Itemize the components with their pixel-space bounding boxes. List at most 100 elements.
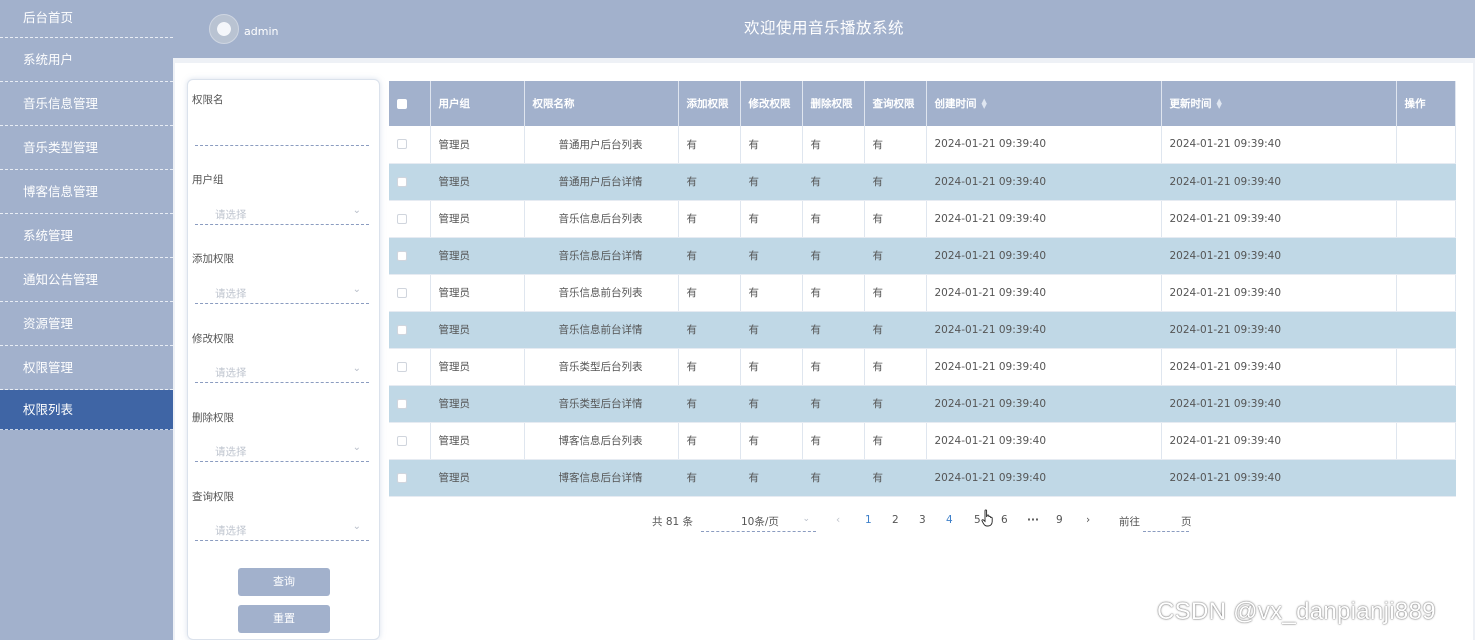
cell-updated-time: 2024-01-21 09:39:40 (1161, 237, 1397, 275)
row-checkbox[interactable] (389, 126, 431, 164)
col-created-time[interactable]: 创建时间 ▲ ▼ (926, 81, 1162, 126)
cell-actions (1396, 200, 1456, 238)
delete-perm-select[interactable]: 请选择 ⌄ (195, 442, 369, 462)
cell-user-group: 管理员 (430, 163, 525, 201)
row-checkbox[interactable] (389, 200, 431, 238)
sidebar-item-home[interactable]: 后台首页 (0, 0, 173, 38)
perm-name-input[interactable] (195, 126, 369, 146)
cell-edit-perm: 有 (740, 348, 803, 386)
chevron-down-icon: ⌄ (352, 284, 361, 295)
select-all-checkbox[interactable] (389, 81, 431, 126)
cell-perm-name: 普通用户后台详情 (524, 163, 679, 201)
cell-updated-time: 2024-01-21 09:39:40 (1161, 422, 1397, 460)
row-checkbox[interactable] (389, 385, 431, 423)
page-4[interactable]: 4 (946, 514, 953, 526)
prev-page-icon[interactable]: ‹ (836, 514, 840, 526)
table-row[interactable]: 管理员 音乐信息后台列表有有有有 2024-01-21 09:39:40 2024-0… (389, 200, 1456, 238)
page-1[interactable]: 1 (865, 514, 872, 526)
cell-user-group: 管理员 (430, 459, 525, 497)
cell-updated-time: 2024-01-21 09:39:40 (1161, 311, 1397, 349)
cell-created-time: 2024-01-21 09:39:40 (926, 163, 1162, 201)
table-row[interactable]: 管理员 音乐信息后台详情有有有有 2024-01-21 09:39:40 2024-0… (389, 237, 1456, 275)
row-checkbox[interactable] (389, 348, 431, 386)
cell-perm-name: 博客信息后台列表 (524, 422, 679, 460)
page-2[interactable]: 2 (892, 514, 899, 526)
sidebar-item-resource[interactable]: 资源管理 (0, 302, 173, 346)
cell-edit-perm: 有 (740, 200, 803, 238)
table-row[interactable]: 管理员 音乐信息前台列表有有有有 2024-01-21 09:39:40 2024-0… (389, 274, 1456, 312)
sidebar: 后台首页 系统用户 音乐信息管理 音乐类型管理 博客信息管理 系统管理 通知公告… (0, 0, 173, 640)
cell-edit-perm: 有 (740, 311, 803, 349)
table-row[interactable]: 管理员 音乐类型后台详情有有有有 2024-01-21 09:39:40 2024-0… (389, 385, 1456, 423)
user-group-select[interactable]: 请选择 ⌄ (195, 205, 369, 225)
table-row[interactable]: 管理员 普通用户后台详情有有有有 2024-01-21 09:39:40 2024-0… (389, 163, 1456, 201)
row-checkbox[interactable] (389, 237, 431, 275)
cell-delete-perm: 有 (802, 274, 865, 312)
sort-icon[interactable]: ▲ ▼ (982, 98, 987, 110)
cell-add-perm: 有 (678, 274, 741, 312)
cell-query-perm: 有 (864, 200, 927, 238)
delete-perm-label: 删除权限 (192, 412, 234, 424)
page-3[interactable]: 3 (919, 514, 926, 526)
row-checkbox[interactable] (389, 422, 431, 460)
sidebar-item-music-type[interactable]: 音乐类型管理 (0, 126, 173, 170)
next-page-icon[interactable]: › (1086, 514, 1090, 526)
sidebar-item-permission-manage[interactable]: 权限管理 (0, 346, 173, 390)
cell-actions (1396, 311, 1456, 349)
cell-add-perm: 有 (678, 459, 741, 497)
page-6[interactable]: 6 (1001, 514, 1008, 526)
user-group-label: 用户组 (192, 174, 224, 186)
cell-query-perm: 有 (864, 348, 927, 386)
reset-button[interactable]: 重置 (238, 605, 330, 633)
sidebar-item-system-manage[interactable]: 系统管理 (0, 214, 173, 258)
col-updated-time[interactable]: 更新时间 ▲ ▼ (1161, 81, 1397, 126)
page-size-select[interactable]: 10条/页 ⌄ (701, 512, 816, 532)
cell-actions (1396, 459, 1456, 497)
cell-created-time: 2024-01-21 09:39:40 (926, 126, 1162, 164)
cell-edit-perm: 有 (740, 163, 803, 201)
sidebar-item-permission-list[interactable]: 权限列表 (0, 390, 173, 430)
page-5[interactable]: 5 (974, 514, 981, 526)
table-row[interactable]: 管理员 普通用户后台列表有有有有 2024-01-21 09:39:40 2024-0… (389, 126, 1456, 164)
table-row[interactable]: 管理员 博客信息后台列表有有有有 2024-01-21 09:39:40 2024-0… (389, 422, 1456, 460)
cell-perm-name: 音乐类型后台列表 (524, 348, 679, 386)
col-add-perm: 添加权限 (678, 81, 741, 126)
table-row[interactable]: 管理员 音乐信息前台详情有有有有 2024-01-21 09:39:40 2024-0… (389, 311, 1456, 349)
cell-delete-perm: 有 (802, 348, 865, 386)
pagination-total: 共 81 条 (652, 516, 694, 528)
cell-add-perm: 有 (678, 422, 741, 460)
cell-user-group: 管理员 (430, 237, 525, 275)
cell-created-time: 2024-01-21 09:39:40 (926, 385, 1162, 423)
row-checkbox[interactable] (389, 163, 431, 201)
cell-created-time: 2024-01-21 09:39:40 (926, 274, 1162, 312)
row-checkbox[interactable] (389, 274, 431, 312)
cell-updated-time: 2024-01-21 09:39:40 (1161, 348, 1397, 386)
chevron-down-icon: ⌄ (802, 514, 810, 524)
search-button[interactable]: 查询 (238, 568, 330, 596)
edit-perm-label: 修改权限 (192, 333, 234, 345)
row-checkbox[interactable] (389, 459, 431, 497)
delete-perm-placeholder: 请选择 (215, 446, 247, 458)
row-checkbox[interactable] (389, 311, 431, 349)
cell-query-perm: 有 (864, 126, 927, 164)
watermark: CSDN @vx_danpianji889 (1157, 598, 1436, 625)
cell-edit-perm: 有 (740, 385, 803, 423)
goto-label: 前往 (1119, 516, 1140, 528)
sidebar-item-blog-info[interactable]: 博客信息管理 (0, 170, 173, 214)
sidebar-item-notice[interactable]: 通知公告管理 (0, 258, 173, 302)
cell-edit-perm: 有 (740, 237, 803, 275)
table-row[interactable]: 管理员 博客信息后台详情有有有有 2024-01-21 09:39:40 2024-0… (389, 459, 1456, 497)
cell-perm-name: 博客信息后台详情 (524, 459, 679, 497)
sidebar-item-music-info[interactable]: 音乐信息管理 (0, 82, 173, 126)
more-pages-icon[interactable]: ··· (1027, 514, 1039, 526)
cell-user-group: 管理员 (430, 311, 525, 349)
sort-icon[interactable]: ▲ ▼ (1217, 98, 1222, 110)
add-perm-select[interactable]: 请选择 ⌄ (195, 284, 369, 304)
sidebar-item-system-users[interactable]: 系统用户 (0, 38, 173, 82)
page-9[interactable]: 9 (1056, 514, 1063, 526)
cell-delete-perm: 有 (802, 422, 865, 460)
cell-edit-perm: 有 (740, 126, 803, 164)
table-header-row: 用户组 权限名称 添加权限 修改权限 删除权限 查询权限 创建时间 ▲ ▼ 更新时间… (389, 81, 1456, 126)
edit-perm-select[interactable]: 请选择 ⌄ (195, 363, 369, 383)
table-row[interactable]: 管理员 音乐类型后台列表有有有有 2024-01-21 09:39:40 2024-0… (389, 348, 1456, 386)
